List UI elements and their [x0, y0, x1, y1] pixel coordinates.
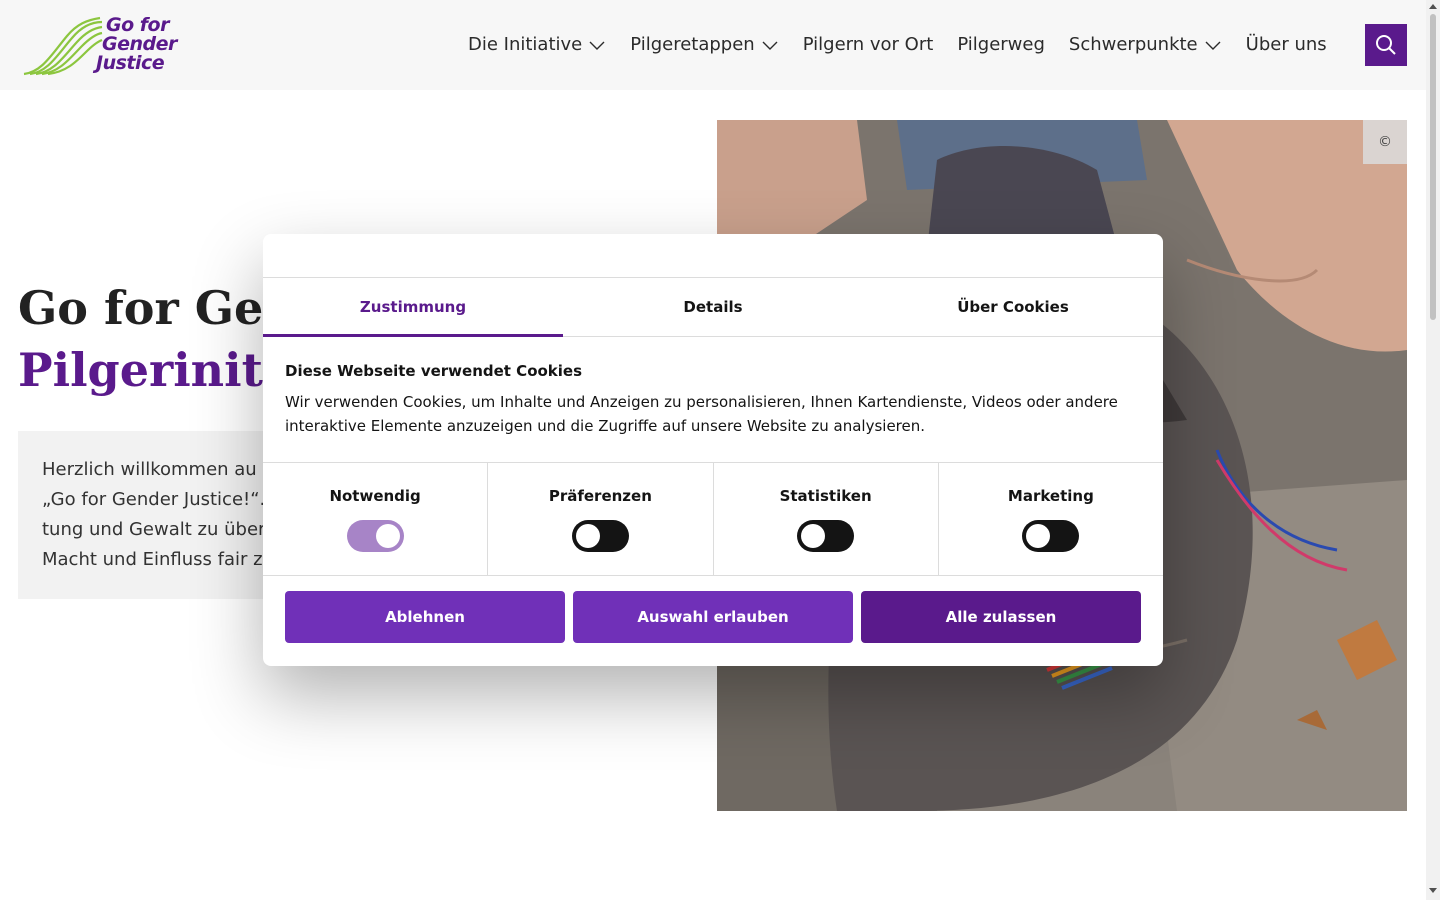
category-label: Notwendig — [329, 487, 421, 505]
nav-item-label: Über uns — [1245, 34, 1327, 55]
nav-item-label: Pilgern vor Ort — [802, 34, 934, 55]
toggle-statistiken[interactable] — [797, 520, 855, 552]
scroll-down-arrow-icon[interactable] — [1429, 888, 1437, 893]
category-notwendig: Notwendig — [263, 463, 489, 575]
toggle-notwendig — [346, 520, 404, 552]
nav-item-pilgerweg[interactable]: Pilgerweg — [957, 34, 1045, 55]
scroll-thumb[interactable] — [1430, 14, 1436, 320]
site-header: Go for Gender Justice Die Initiative Pil… — [0, 0, 1426, 90]
allow-selection-button[interactable]: Auswahl erlauben — [573, 591, 853, 643]
category-praeferenzen: Präferenzen — [488, 463, 714, 575]
category-statistiken: Statistiken — [714, 463, 939, 575]
nav-item-die-initiative[interactable]: Die Initiative — [468, 34, 606, 55]
main-nav: Die Initiative Pilgeretappen Pilgern vor… — [468, 34, 1351, 55]
category-label: Marketing — [1007, 487, 1094, 505]
chevron-down-icon — [1205, 41, 1221, 50]
tab-ueber-cookies[interactable]: Über Cookies — [863, 278, 1163, 336]
nav-item-label: Schwerpunkte — [1068, 34, 1198, 55]
toggle-knob — [801, 524, 826, 548]
tab-zustimmung[interactable]: Zustimmung — [263, 278, 563, 337]
dialog-text: Wir verwenden Cookies, um Inhalte und An… — [285, 393, 1118, 435]
chevron-down-icon — [589, 41, 605, 50]
tab-details[interactable]: Details — [563, 278, 863, 336]
image-copyright-badge[interactable]: © — [1363, 120, 1407, 164]
search-button[interactable] — [1365, 24, 1407, 66]
nav-item-label: Pilgeretappen — [630, 34, 755, 55]
scroll-up-arrow-icon[interactable] — [1429, 4, 1437, 9]
nav-item-pilgeretappen[interactable]: Pilgeretappen — [630, 34, 778, 55]
toggle-marketing[interactable] — [1022, 520, 1080, 552]
toggle-knob — [375, 524, 400, 548]
logo-line-3: Justice — [96, 52, 165, 74]
dialog-tabs: Zustimmung Details Über Cookies — [263, 278, 1163, 337]
dialog-heading: Diese Webseite verwendet Cookies — [285, 362, 583, 380]
cookie-consent-dialog: Zustimmung Details Über Cookies Diese We… — [263, 234, 1163, 666]
search-icon — [1376, 35, 1396, 55]
dialog-content: Diese Webseite verwendet Cookies Wir ver… — [263, 337, 1163, 463]
category-label: Präferenzen — [548, 487, 652, 505]
chevron-down-icon — [762, 41, 778, 50]
toggle-knob — [1026, 524, 1051, 548]
dialog-header — [263, 234, 1163, 278]
category-marketing: Marketing — [939, 463, 1163, 575]
dialog-buttons: Ablehnen Auswahl erlauben Alle zulassen — [263, 576, 1163, 658]
site-logo[interactable]: Go for Gender Justice — [22, 14, 182, 78]
logo-text: Go for Gender Justice — [96, 16, 177, 73]
deny-button[interactable]: Ablehnen — [285, 591, 565, 643]
nav-item-schwerpunkte[interactable]: Schwerpunkte — [1069, 34, 1222, 55]
toggle-knob — [575, 524, 600, 548]
allow-all-button[interactable]: Alle zulassen — [861, 591, 1141, 643]
consent-categories: Notwendig Präferenzen Statistiken Market… — [263, 463, 1163, 576]
nav-item-label: Pilgerweg — [957, 34, 1045, 55]
nav-item-pilgern-vor-ort[interactable]: Pilgern vor Ort — [803, 34, 934, 55]
page-scrollbar[interactable] — [1426, 0, 1440, 900]
nav-item-label: Die Initiative — [468, 34, 583, 55]
nav-item-ueber-uns[interactable]: Über uns — [1246, 34, 1327, 55]
category-label: Statistiken — [779, 487, 872, 505]
toggle-praeferenzen[interactable] — [571, 520, 629, 552]
